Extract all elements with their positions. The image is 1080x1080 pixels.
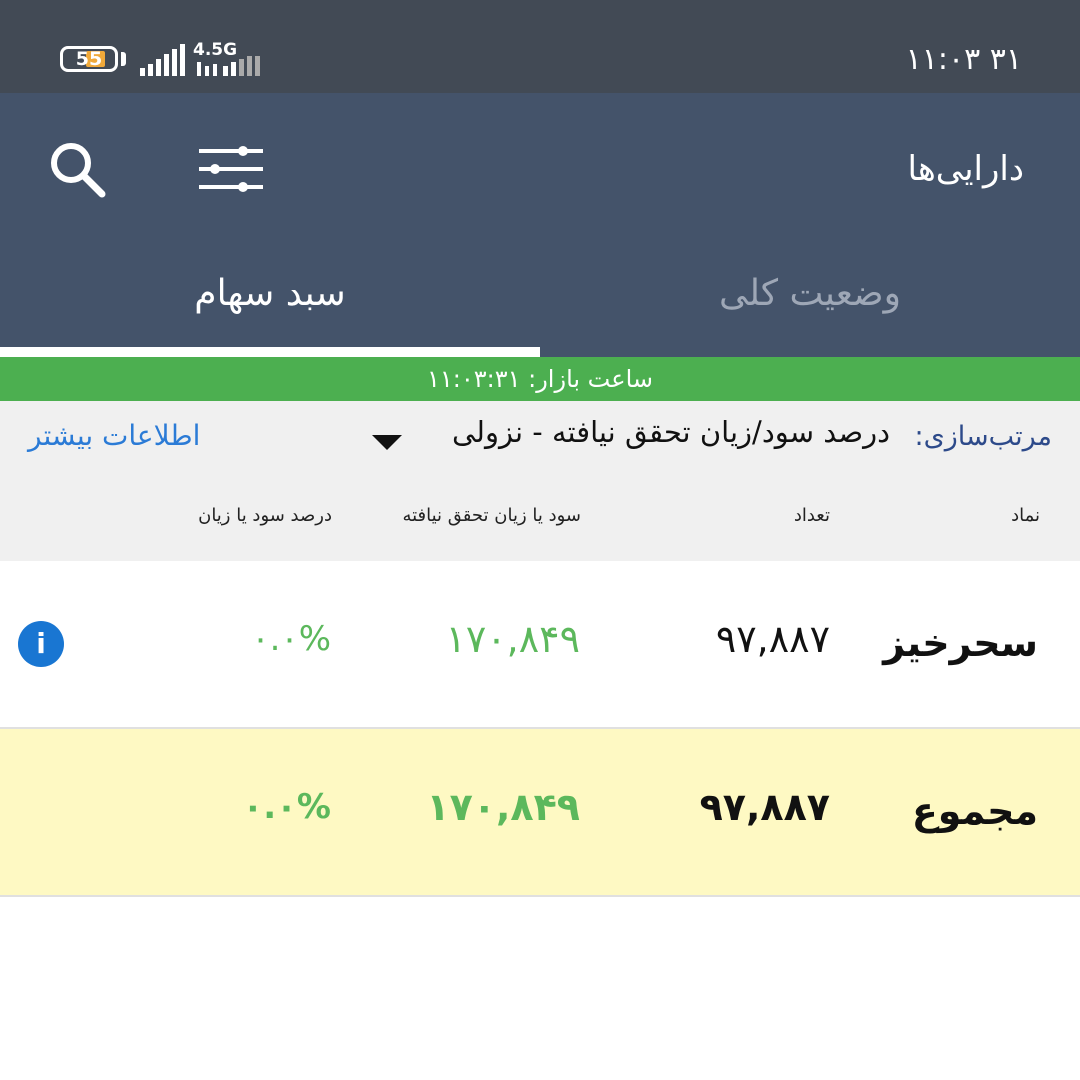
- filter-icon[interactable]: [197, 141, 265, 197]
- status-time: ۳۱ ۱۱:۰۳: [905, 42, 1022, 77]
- cell-symbol: مجموع: [911, 789, 1038, 833]
- tab-overview[interactable]: وضعیت کلی: [540, 273, 1080, 314]
- signal-icon: [140, 44, 185, 76]
- dropdown-arrow-icon[interactable]: [372, 435, 402, 450]
- sort-label: مرتب‌سازی:: [914, 421, 1052, 452]
- cell-profit: ۱۷۰,۸۴۹: [426, 785, 580, 829]
- total-row: مجموع ۹۷,۸۸۷ ۱۷۰,۸۴۹ ۰.۰%: [0, 729, 1080, 897]
- battery-icon: 55: [60, 46, 118, 72]
- search-icon[interactable]: [48, 140, 106, 198]
- market-time-bar: ساعت بازار: ۱۱:۰۳:۳۱: [0, 357, 1080, 401]
- app-bar: دارایی‌ها وضعیت کلی سبد سهام: [0, 93, 1080, 357]
- battery-level: 55: [75, 48, 103, 70]
- cell-percent: ۰.۰%: [251, 619, 331, 659]
- cell-percent: ۰.۰%: [242, 787, 332, 827]
- table-row[interactable]: سحرخیز ۹۷,۸۸۷ ۱۷۰,۸۴۹ ۰.۰% i: [0, 561, 1080, 729]
- column-header-profit[interactable]: سود یا زیان تحقق نیافته: [402, 505, 581, 526]
- cell-symbol: سحرخیز: [883, 621, 1038, 665]
- status-bar: 55 4.5G ۳۱ ۱۱:۰۳: [0, 0, 1080, 93]
- info-icon[interactable]: i: [18, 621, 64, 667]
- cell-profit: ۱۷۰,۸۴۹: [445, 617, 580, 661]
- tab-indicator: [0, 347, 540, 357]
- sort-bar: مرتب‌سازی: درصد سود/زیان تحقق نیافته - ن…: [0, 401, 1080, 563]
- signal-secondary-icon: [197, 56, 260, 76]
- tab-portfolio[interactable]: سبد سهام: [0, 273, 540, 314]
- column-header-percent[interactable]: درصد سود یا زیان: [198, 505, 332, 526]
- column-header-symbol[interactable]: نماد: [1011, 505, 1040, 526]
- cell-count: ۹۷,۸۸۷: [715, 617, 830, 661]
- column-header-count[interactable]: تعداد: [794, 505, 830, 526]
- cell-count: ۹۷,۸۸۷: [699, 785, 830, 829]
- page-title: دارایی‌ها: [907, 149, 1024, 189]
- more-info-link[interactable]: اطلاعات بیشتر: [28, 419, 200, 452]
- sort-value[interactable]: درصد سود/زیان تحقق نیافته - نزولی: [452, 415, 890, 449]
